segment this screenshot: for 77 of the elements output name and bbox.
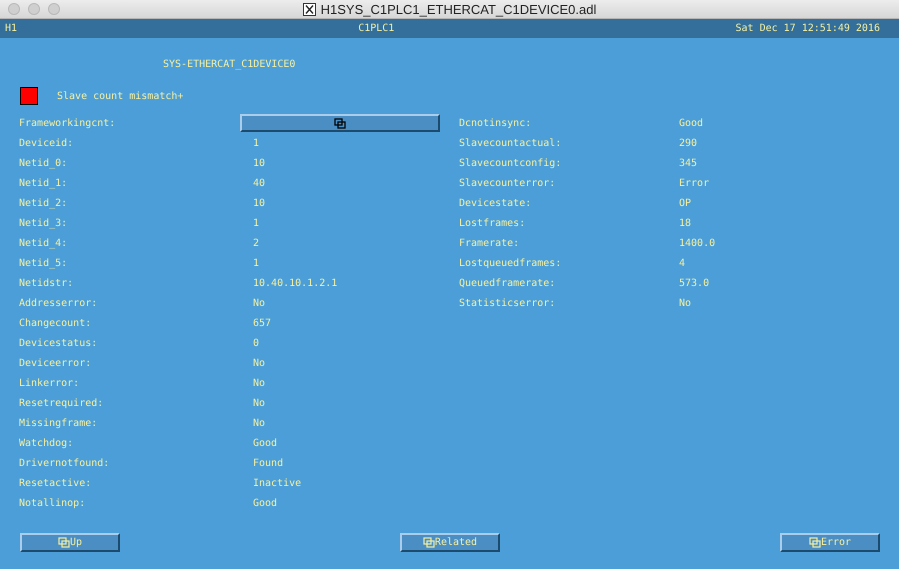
- date-time: Sat Dec 17 12:51:49 2016: [735, 23, 880, 34]
- field-value: 4: [679, 258, 686, 268]
- field-label: Dcnotinsync:: [459, 118, 532, 128]
- field-value: 657: [253, 318, 272, 328]
- window-title: H1SYS_C1PLC1_ETHERCAT_C1DEVICE0.adl: [320, 2, 596, 16]
- field-label: Netid_4:: [19, 238, 68, 248]
- alarm-text: Slave count mismatch+: [57, 90, 184, 102]
- field-label: Devicestate:: [459, 198, 532, 208]
- field-label: Slavecounterror:: [459, 178, 556, 188]
- windows-icon: [808, 537, 821, 548]
- field-value: Good: [253, 498, 278, 508]
- field-label: Missingframe:: [19, 418, 98, 428]
- field-value: 1: [253, 218, 260, 228]
- windows-icon: [334, 118, 346, 128]
- field-label: Netid_3:: [19, 218, 68, 228]
- field-value: 1: [253, 138, 260, 148]
- field-value: 345: [679, 158, 698, 168]
- field-label: Watchdog:: [19, 438, 74, 448]
- field-value: 10: [253, 198, 266, 208]
- field-label: Deviceerror:: [19, 358, 92, 368]
- field-label: Deviceid:: [19, 138, 74, 148]
- related-display-button[interactable]: Up: [20, 533, 120, 552]
- field-label: Framerate:: [459, 238, 520, 248]
- field-value: Error: [679, 178, 710, 188]
- screen-title: SYS-ETHERCAT_C1DEVICE0: [163, 59, 296, 72]
- field-label: Notallinop:: [19, 498, 86, 508]
- field-label: Frameworkingcnt:: [19, 118, 116, 128]
- field-value: Good: [679, 118, 704, 128]
- field-value: Inactive: [253, 478, 302, 488]
- field-label: Netid_5:: [19, 258, 68, 268]
- field-label: Lostqueuedframes:: [459, 258, 562, 268]
- field-value: 290: [679, 138, 698, 148]
- field-label: Netid_1:: [19, 178, 68, 188]
- close-button[interactable]: [8, 3, 20, 15]
- field-value: 10.40.10.1.2.1: [253, 278, 338, 288]
- field-value: 1: [253, 258, 260, 268]
- zoom-button[interactable]: [48, 3, 60, 15]
- field-label: Slavecountconfig:: [459, 158, 562, 168]
- field-value: OP: [679, 198, 692, 208]
- related-display-button[interactable]: [240, 114, 440, 132]
- field-value: No: [253, 298, 266, 308]
- field-value: No: [253, 358, 266, 368]
- field-value: 2: [253, 238, 260, 248]
- field-label: Lostframes:: [459, 218, 526, 228]
- field-value: 0: [253, 338, 260, 348]
- field-value: Found: [253, 458, 284, 468]
- windows-icon: [58, 537, 70, 548]
- field-value: No: [679, 298, 692, 308]
- field-label: Resetactive:: [19, 478, 92, 488]
- minimize-button[interactable]: [28, 3, 40, 15]
- field-label: Devicestatus:: [19, 338, 98, 348]
- system-label: C1PLC1: [358, 23, 394, 34]
- field-label: Statisticserror:: [459, 298, 556, 308]
- field-label: Queuedframerate:: [459, 278, 556, 288]
- field-value: 10: [253, 158, 266, 168]
- windows-icon: [422, 537, 435, 548]
- field-value: 1400.0: [679, 238, 716, 248]
- site-label: H1: [5, 23, 18, 34]
- field-label: Netid_0:: [19, 158, 68, 168]
- field-label: Netidstr:: [19, 278, 74, 288]
- field-label: Changecount:: [19, 318, 92, 328]
- field-label: Addresserror:: [19, 298, 98, 308]
- field-value: 18: [679, 218, 692, 228]
- field-value: No: [253, 378, 266, 388]
- field-label: Drivernotfound:: [19, 458, 110, 468]
- related-display-button[interactable]: Error: [780, 533, 880, 552]
- field-label: Slavecountactual:: [459, 138, 562, 148]
- field-value: Good: [253, 438, 278, 448]
- field-value: No: [253, 398, 266, 408]
- related-display-button[interactable]: Related: [400, 533, 500, 552]
- x-window-icon: [302, 2, 316, 16]
- field-label: Resetrequired:: [19, 398, 104, 408]
- field-value: 40: [253, 178, 266, 188]
- field-label: Netid_2:: [19, 198, 68, 208]
- field-value: No: [253, 418, 266, 428]
- field-value: 573.0: [679, 278, 710, 288]
- field-label: Linkerror:: [19, 378, 80, 388]
